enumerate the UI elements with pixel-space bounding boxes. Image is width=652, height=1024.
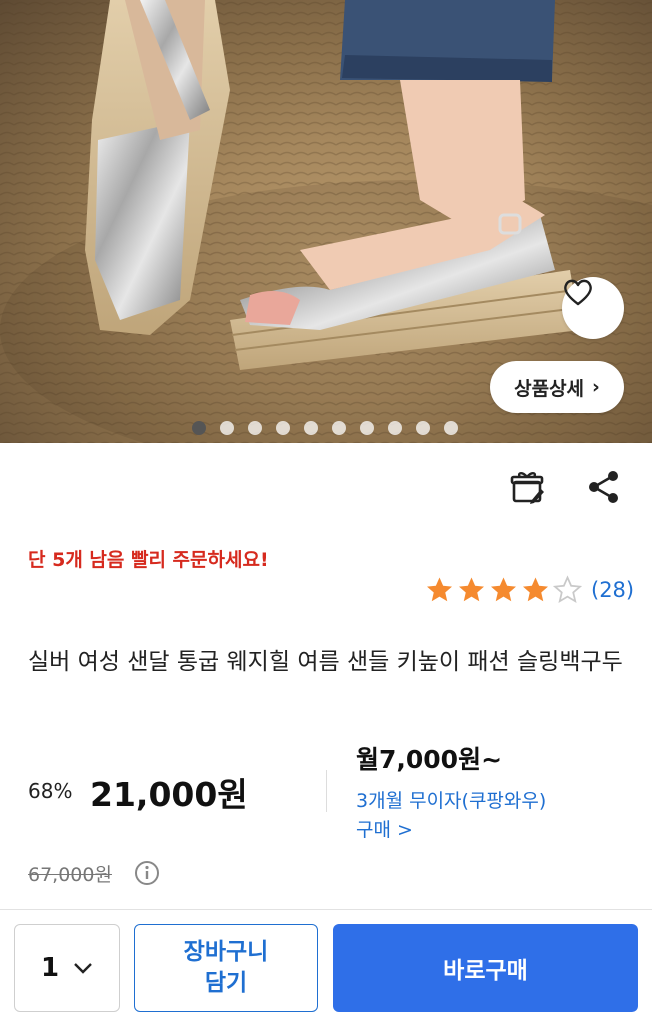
info-icon[interactable] [134, 860, 160, 886]
star-filled-icon [459, 577, 484, 602]
carousel-dot[interactable] [332, 421, 346, 435]
carousel-dot[interactable] [248, 421, 262, 435]
chevron-down-icon [74, 963, 92, 974]
star-filled-icon [427, 577, 452, 602]
carousel-dot[interactable] [444, 421, 458, 435]
buy-now-button[interactable]: 바로구매 [333, 924, 638, 1012]
carousel-dot[interactable] [360, 421, 374, 435]
heart-icon [564, 279, 592, 306]
review-count[interactable]: (28) [591, 578, 634, 602]
star-filled-icon [523, 577, 548, 602]
star-rating [424, 575, 583, 605]
chevron-right-icon: › [592, 376, 600, 398]
carousel-dot[interactable] [388, 421, 402, 435]
carousel-dot[interactable] [192, 421, 206, 435]
carousel-dot[interactable] [304, 421, 318, 435]
add-to-cart-button[interactable]: 장바구니 담기 [134, 924, 318, 1012]
share-icon[interactable] [584, 467, 624, 507]
section-divider [0, 909, 652, 910]
carousel-indicator [192, 421, 458, 435]
monthly-price: 월7,000원~ [356, 745, 503, 774]
quantity-select[interactable]: 1 [14, 924, 120, 1012]
product-image[interactable]: 상품상세 › [0, 0, 652, 443]
rating-summary[interactable]: (28) [424, 575, 634, 605]
discount-rate: 68% [28, 779, 73, 803]
wishlist-button[interactable] [562, 277, 624, 339]
price-divider [326, 770, 327, 812]
star-empty-icon [552, 575, 583, 604]
star-filled-icon [491, 577, 516, 602]
product-title: 실버 여성 샌달 통굽 웨지힐 여름 샌들 키높이 패션 슬링백구두 [28, 649, 623, 675]
product-detail-label: 상품상세 [514, 377, 585, 400]
installment-link[interactable]: 3개월 무이자(쿠팡와우) 구매 > [356, 787, 556, 845]
quantity-value: 1 [40, 953, 60, 983]
carousel-dot[interactable] [276, 421, 290, 435]
sale-price: 21,000원 [90, 775, 248, 814]
product-detail-button[interactable]: 상품상세 › [490, 361, 624, 413]
original-price: 67,000원 [28, 864, 112, 886]
stock-urgency-text: 단 5개 남음 빨리 주문하세요! [28, 549, 269, 571]
carousel-dot[interactable] [220, 421, 234, 435]
carousel-dot[interactable] [416, 421, 430, 435]
gift-icon[interactable] [508, 467, 548, 507]
